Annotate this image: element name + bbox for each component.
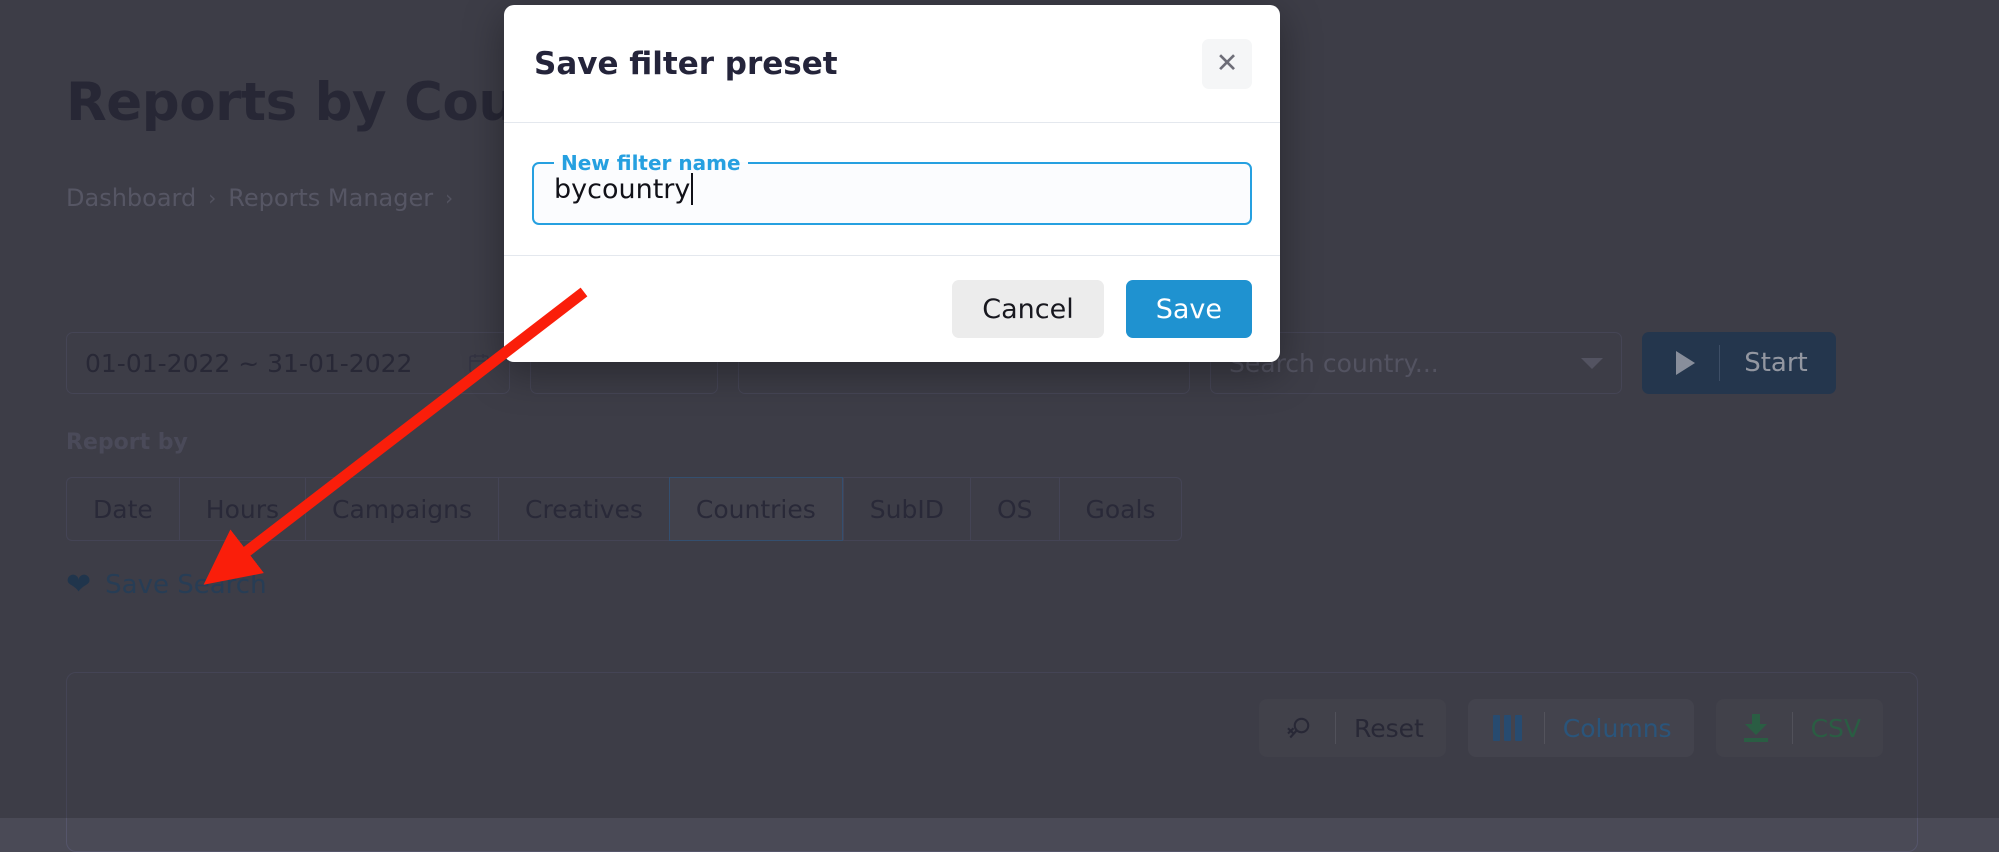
new-filter-name-value-wrap: bycountry [554, 173, 694, 205]
dialog-footer: Cancel Save [504, 256, 1280, 362]
save-filter-preset-dialog: Save filter preset ✕ New filter name byc… [504, 5, 1280, 362]
text-cursor [691, 173, 694, 205]
save-button[interactable]: Save [1125, 280, 1252, 338]
new-filter-name-field[interactable]: New filter name bycountry [532, 153, 1252, 225]
dialog-body: New filter name bycountry [504, 123, 1280, 256]
cancel-button[interactable]: Cancel [952, 280, 1104, 338]
dialog-title: Save filter preset [534, 45, 838, 82]
new-filter-name-label: New filter name [561, 151, 741, 175]
dialog-header: Save filter preset ✕ [504, 5, 1280, 123]
close-icon[interactable]: ✕ [1202, 38, 1252, 89]
new-filter-name-input[interactable]: bycountry [554, 174, 690, 205]
